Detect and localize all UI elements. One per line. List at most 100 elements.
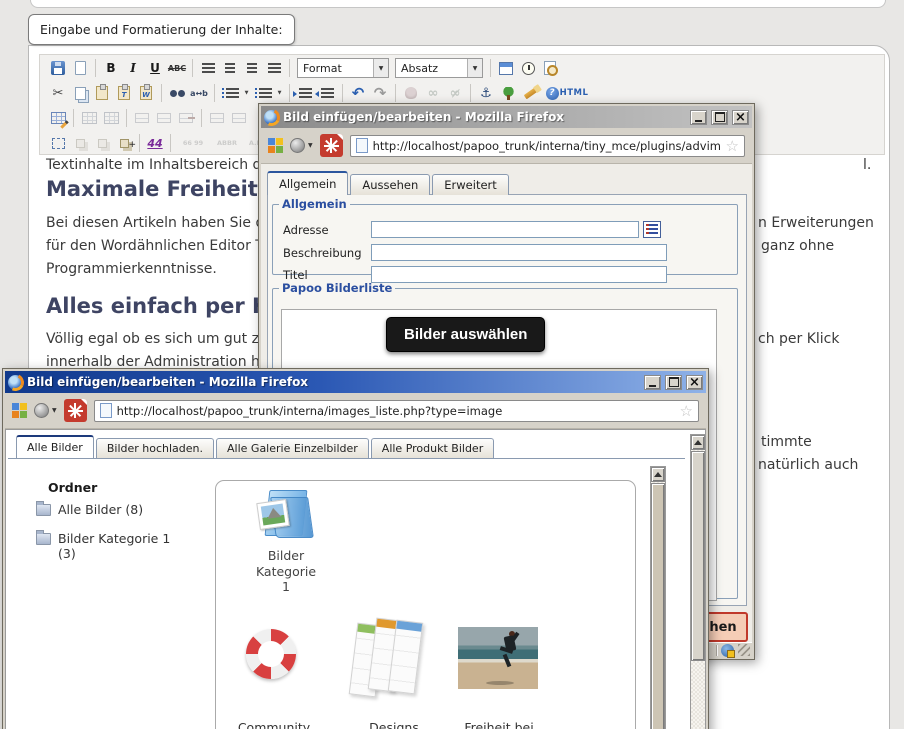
style-properties-icon[interactable]: 44	[145, 133, 165, 153]
chevron-down-icon[interactable]: ▼	[52, 407, 57, 414]
italic-button[interactable]: I	[123, 58, 143, 78]
strikethrough-button[interactable]: ABC	[167, 58, 187, 78]
editor-text-fragment: ganz ohne	[761, 238, 834, 255]
align-center-button[interactable]	[220, 58, 240, 78]
move-forward-icon	[70, 133, 90, 153]
bookmark-star-icon[interactable]: ☆	[680, 402, 693, 420]
description-input[interactable]	[371, 244, 667, 261]
separator	[490, 59, 491, 77]
select-images-button[interactable]: Bilder auswählen	[386, 317, 545, 352]
address-input[interactable]	[371, 221, 639, 238]
folder-icon	[36, 533, 51, 545]
insert-table-icon[interactable]	[48, 108, 68, 128]
tab-alle-bilder[interactable]: Alle Bilder	[16, 435, 94, 458]
underline-button[interactable]: U	[145, 58, 165, 78]
chevron-down-icon[interactable]: ▼	[308, 142, 313, 149]
align-justify-button[interactable]	[264, 58, 284, 78]
scroll-up-button[interactable]	[651, 467, 665, 482]
minimize-button[interactable]	[644, 375, 661, 390]
tab-bilder-hochladen[interactable]: Bilder hochladen.	[96, 438, 214, 458]
minimize-button[interactable]	[690, 110, 707, 125]
tab-erweitert[interactable]: Erweitert	[432, 174, 509, 195]
thumbnail-community[interactable]	[242, 629, 308, 693]
scroll-up-button[interactable]	[691, 435, 705, 450]
find-replace-icon[interactable]: a↔b	[189, 83, 209, 103]
tab-allgemein[interactable]: Allgemein	[267, 171, 348, 195]
folder-item-kategorie-1[interactable]: Bilder Kategorie 1(3)	[36, 531, 170, 561]
copy-icon[interactable]	[70, 83, 90, 103]
tabs-underline	[8, 458, 685, 459]
window-scrollbar[interactable]	[690, 434, 706, 729]
abbreviation-icon: ABBR	[212, 133, 242, 153]
image-list-content: Alle Bilder Bilder hochladen. Alle Galer…	[5, 429, 706, 729]
find-icon[interactable]	[167, 83, 187, 103]
thumbnail-beach-photo[interactable]	[458, 627, 538, 689]
globe-icon[interactable]	[34, 403, 49, 418]
inner-scrollbar[interactable]	[650, 466, 666, 729]
insert-image-icon[interactable]	[498, 83, 518, 103]
chevron-down-icon[interactable]: ▼	[275, 84, 284, 102]
paste-icon[interactable]	[92, 83, 112, 103]
close-button[interactable]	[686, 375, 703, 390]
editor-text-fragment: ch per Klick	[758, 331, 840, 348]
scroll-thumb[interactable]	[691, 451, 705, 661]
resize-grip[interactable]	[738, 644, 750, 656]
window-title: Bild einfügen/bearbeiten - Mozilla Firef…	[27, 375, 640, 389]
new-document-icon[interactable]	[70, 58, 90, 78]
image-list-titlebar[interactable]: Bild einfügen/bearbeiten - Mozilla Firef…	[5, 371, 706, 393]
insert-date-icon[interactable]	[496, 58, 516, 78]
cleanup-icon[interactable]	[520, 83, 540, 103]
category-tile[interactable]: Bilder Kategorie 1	[236, 488, 336, 595]
delete-row-icon	[176, 108, 196, 128]
cut-icon[interactable]	[48, 83, 68, 103]
papoo-logo-icon[interactable]	[320, 134, 343, 157]
editor-text-fragment: natürlich auch	[758, 457, 858, 474]
scroll-thumb[interactable]	[651, 483, 665, 729]
bold-button[interactable]: B	[101, 58, 121, 78]
paste-text-icon[interactable]: T	[114, 83, 134, 103]
blockquote-icon: 66 99	[176, 133, 210, 153]
paste-word-icon[interactable]: W	[136, 83, 156, 103]
paragraph-select[interactable]: Absatz▼	[395, 58, 483, 78]
preview-icon[interactable]	[540, 58, 560, 78]
tab-produkt-bilder[interactable]: Alle Produkt Bilder	[371, 438, 494, 458]
separator	[395, 84, 396, 102]
anchor-icon[interactable]	[476, 83, 496, 103]
bookmark-star-icon[interactable]: ☆	[726, 137, 739, 155]
image-list-browse-icon[interactable]	[643, 221, 661, 238]
quick-launch-icon[interactable]	[268, 138, 283, 153]
close-button[interactable]	[732, 110, 749, 125]
image-dialog-titlebar[interactable]: Bild einfügen/bearbeiten - Mozilla Firef…	[261, 106, 752, 128]
insert-time-icon[interactable]	[518, 58, 538, 78]
chevron-down-icon[interactable]: ▼	[242, 84, 251, 102]
tab-galerie-einzelbilder[interactable]: Alle Galerie Einzelbilder	[216, 438, 369, 458]
tab-aussehen[interactable]: Aussehen	[350, 174, 430, 195]
indent-icon[interactable]	[295, 83, 315, 103]
save-icon[interactable]	[48, 58, 68, 78]
maximize-button[interactable]	[711, 110, 728, 125]
papoo-logo-icon[interactable]	[64, 399, 87, 422]
move-backward-icon	[92, 133, 112, 153]
image-folder-icon	[257, 488, 315, 542]
undo-icon[interactable]: ↶	[348, 83, 368, 103]
editor-text-line: Bei diesen Artikeln haben Sie de	[46, 215, 273, 232]
thumbnail-designs[interactable]	[352, 618, 436, 710]
numbered-list-icon[interactable]	[253, 83, 273, 103]
maximize-button[interactable]	[665, 375, 682, 390]
insert-layer-icon[interactable]	[114, 133, 134, 153]
format-select[interactable]: Format▼	[297, 58, 389, 78]
html-source-button[interactable]: HTML	[564, 83, 584, 103]
url-field[interactable]: http://localhost/papoo_trunk/interna/ima…	[94, 400, 699, 422]
align-right-button[interactable]	[242, 58, 262, 78]
globe-icon[interactable]	[290, 138, 305, 153]
outdent-icon[interactable]	[317, 83, 337, 103]
quick-launch-icon[interactable]	[12, 403, 27, 418]
visual-aid-icon[interactable]	[48, 133, 68, 153]
folder-item-alle-bilder[interactable]: Alle Bilder (8)	[36, 502, 143, 517]
window-title: Bild einfügen/bearbeiten - Mozilla Firef…	[283, 110, 686, 124]
bullet-list-icon[interactable]	[220, 83, 240, 103]
redo-icon[interactable]: ↷	[370, 83, 390, 103]
align-left-button[interactable]	[198, 58, 218, 78]
editor-text-line: Völlig egal ob es sich um gut zu	[46, 331, 268, 348]
url-field[interactable]: http://localhost/papoo_trunk/interna/tin…	[350, 135, 745, 157]
